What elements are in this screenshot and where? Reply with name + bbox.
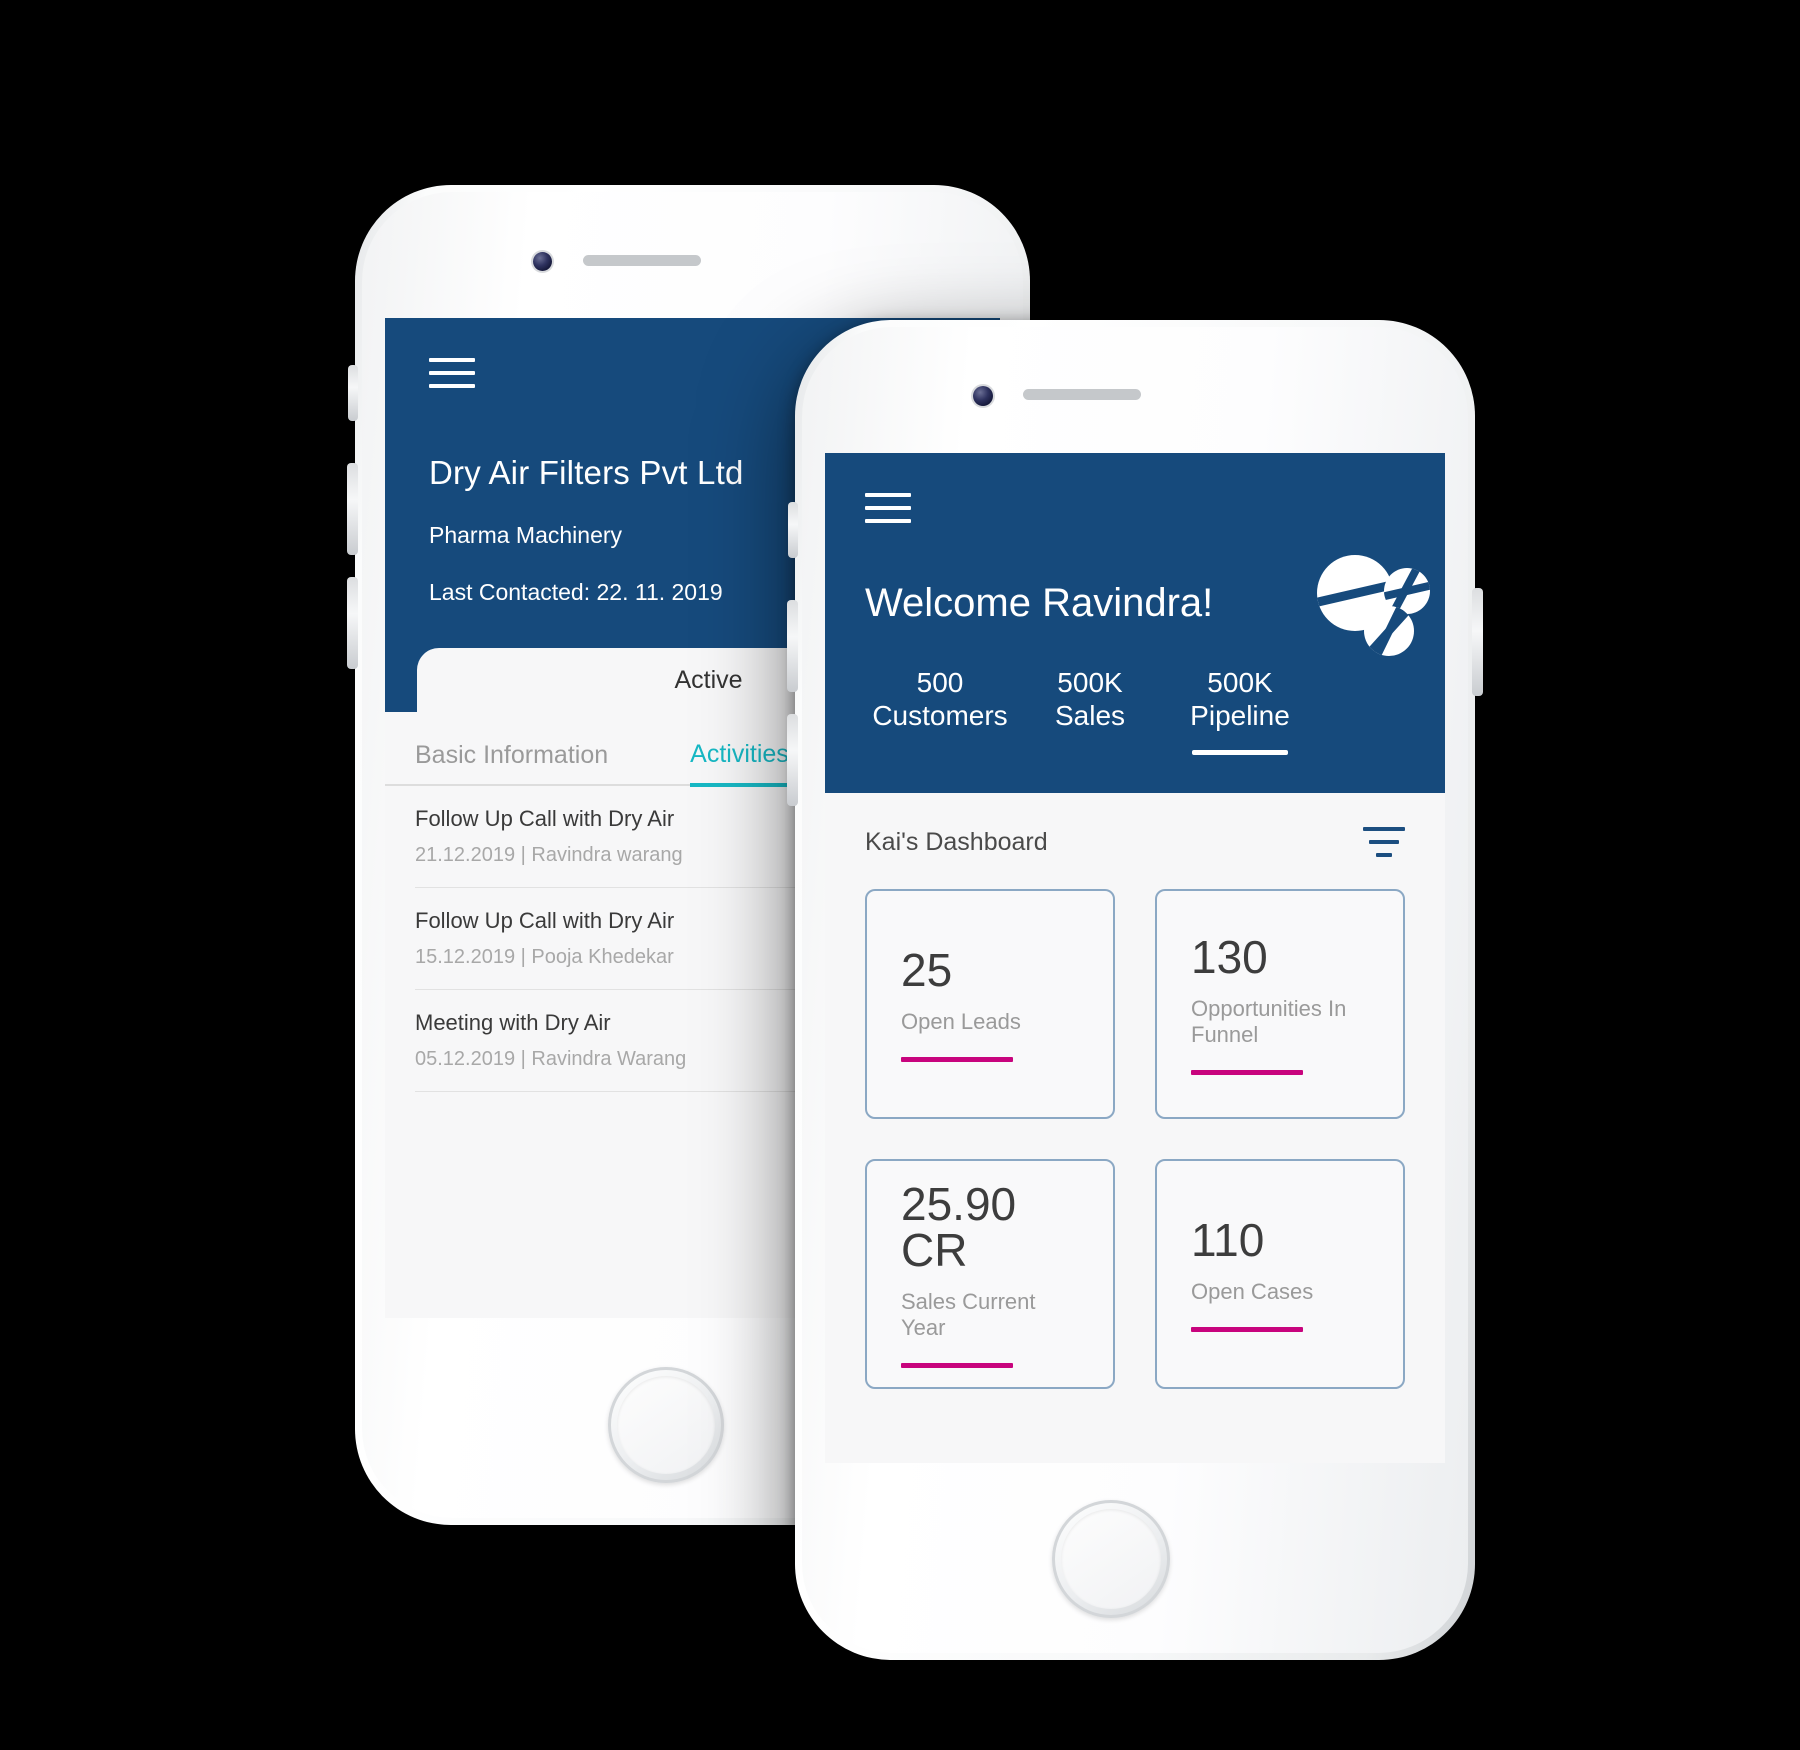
kpi-label: Sales Current Year bbox=[901, 1288, 1036, 1340]
stat-value: 500 bbox=[916, 667, 964, 698]
stat-pipeline[interactable]: 500K Pipeline bbox=[1165, 666, 1315, 756]
kpi-accent-bar bbox=[901, 1362, 1013, 1368]
stat-value: 500K bbox=[1207, 667, 1273, 698]
front-camera bbox=[973, 386, 993, 406]
mute-switch[interactable] bbox=[348, 365, 358, 421]
earpiece-speaker bbox=[1023, 389, 1141, 400]
filter-icon[interactable] bbox=[1363, 827, 1405, 857]
stat-label: Customers bbox=[872, 700, 1008, 732]
tab-basic-information[interactable]: Basic Information bbox=[415, 741, 608, 784]
volume-down-button[interactable] bbox=[347, 577, 358, 669]
stat-label: Pipeline bbox=[1190, 700, 1290, 732]
stat-customers[interactable]: 500 Customers bbox=[865, 666, 1015, 732]
kpi-card-open-cases[interactable]: 110 Open Cases bbox=[1155, 1159, 1405, 1389]
kpi-label: Open Leads bbox=[901, 1008, 1021, 1034]
stat-value: 500K bbox=[1057, 667, 1123, 698]
kpi-label: Opportunities In Funnel bbox=[1191, 995, 1347, 1047]
dashboard-app-header: Welcome Ravindra! 500 Customers 500K Sal… bbox=[825, 453, 1445, 793]
stat-label: Sales bbox=[1054, 700, 1126, 732]
kpi-accent-bar bbox=[1191, 1069, 1303, 1075]
volume-up-button[interactable] bbox=[347, 463, 358, 555]
volume-down-button[interactable] bbox=[787, 714, 798, 806]
dashboard-title: Kai's Dashboard bbox=[865, 827, 1048, 856]
dashboard-title-bar: Kai's Dashboard bbox=[825, 793, 1445, 883]
stat-sales[interactable]: 500K Sales bbox=[1015, 666, 1165, 732]
screenshot-stage: Dry Air Filters Pvt Ltd Pharma Machinery… bbox=[0, 0, 1800, 1750]
volume-up-button[interactable] bbox=[787, 600, 798, 692]
mute-switch[interactable] bbox=[788, 502, 798, 558]
home-button[interactable] bbox=[608, 1367, 724, 1483]
kpi-accent-bar bbox=[1191, 1326, 1303, 1332]
kpi-value: 130 bbox=[1191, 930, 1268, 983]
kpi-grid: 25 Open Leads 130 Opportunities In Funne… bbox=[825, 883, 1445, 1389]
brand-logo-icon bbox=[1315, 549, 1435, 661]
kpi-card-opportunities-in-funnel[interactable]: 130 Opportunities In Funnel bbox=[1155, 889, 1405, 1119]
hamburger-menu-icon[interactable] bbox=[865, 493, 911, 523]
kpi-accent-bar bbox=[901, 1056, 1013, 1062]
hamburger-menu-icon[interactable] bbox=[429, 358, 475, 388]
kpi-label: Open Cases bbox=[1191, 1278, 1314, 1304]
kpi-value: 110 bbox=[1191, 1213, 1265, 1266]
stat-active-indicator bbox=[1192, 750, 1288, 756]
earpiece-speaker bbox=[583, 255, 701, 266]
dashboard-screen: Welcome Ravindra! 500 Customers 500K Sal… bbox=[825, 453, 1445, 1463]
power-button[interactable] bbox=[1472, 588, 1483, 696]
kpi-value: 25.90 CR bbox=[901, 1177, 1017, 1276]
kpi-value: 25 bbox=[901, 943, 953, 996]
kpi-card-open-leads[interactable]: 25 Open Leads bbox=[865, 889, 1115, 1119]
dashboard-phone-device: Welcome Ravindra! 500 Customers 500K Sal… bbox=[787, 320, 1483, 1660]
header-stats-row: 500 Customers 500K Sales 500K Pipeline bbox=[865, 666, 1405, 756]
tab-activities[interactable]: Activities bbox=[690, 740, 789, 787]
kpi-card-sales-current-year[interactable]: 25.90 CR Sales Current Year bbox=[865, 1159, 1115, 1389]
front-camera bbox=[533, 252, 552, 271]
home-button[interactable] bbox=[1052, 1500, 1170, 1618]
